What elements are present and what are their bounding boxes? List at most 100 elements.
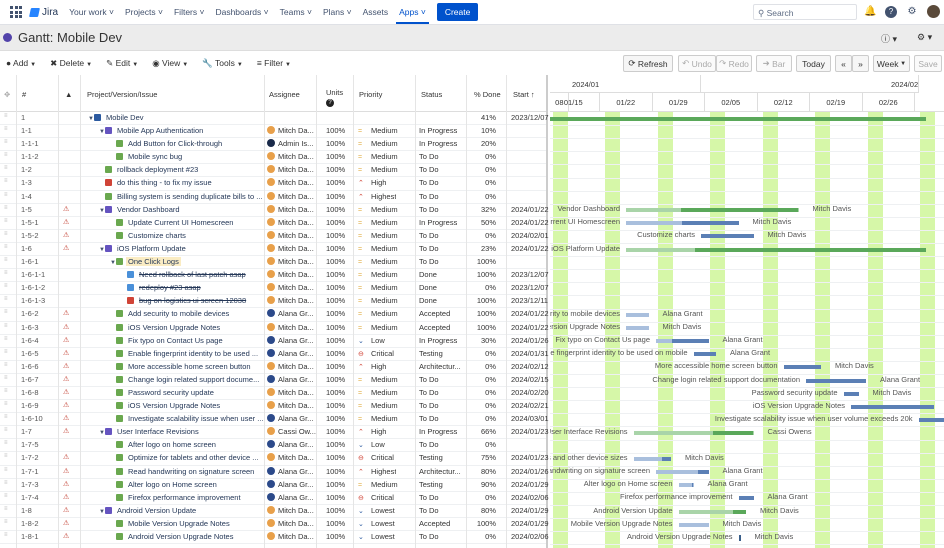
table-row[interactable]: ≡ 1-6-5 ⚠ Enable fingerprint identity to be… — [0, 348, 549, 361]
issue-name[interactable]: iOS Version Upgrade Notes — [126, 323, 222, 332]
drag-handle-icon[interactable]: ≡ — [4, 453, 8, 459]
table-row[interactable]: ≡ 1-6 ⚠ ▼ iOS Platform Update Mitch Da... 100%… — [0, 243, 549, 257]
task-bar-remaining[interactable] — [851, 404, 934, 409]
assignee-cell[interactable]: Mitch Da... — [267, 270, 317, 279]
column-done[interactable]: % Done — [474, 90, 501, 99]
start-date[interactable]: 2023/12/07 — [511, 113, 549, 122]
priority-cell[interactable]: = Medium — [358, 205, 398, 214]
edit-menu[interactable]: ✎ Edit ▼ — [106, 58, 138, 69]
summary-bar-remaining[interactable] — [712, 430, 754, 435]
status-value[interactable]: Done — [419, 270, 437, 279]
issue-name[interactable]: redeploy #23 asap — [137, 283, 203, 292]
drag-handle-icon[interactable]: ≡ — [4, 375, 8, 381]
table-row[interactable]: ≡ 1-5 ⚠ ▼ Vendor Dashboard Mitch Da... 100% = Me… — [0, 204, 549, 217]
issue-name[interactable]: More accessible home screen button — [126, 362, 253, 371]
task-bar[interactable] — [626, 326, 649, 331]
issue-name-cell[interactable]: ▼ User Interface Revisions — [82, 427, 264, 436]
nav-plans[interactable]: Plans ˅ — [323, 7, 352, 17]
assignee-cell[interactable]: Admin Is... — [267, 139, 317, 148]
issue-name-cell[interactable]: iOS Version Upgrade Notes — [82, 323, 264, 332]
table-row[interactable]: ≡ 1-6-3 ⚠ iOS Version Upgrade Notes Mitch Da… — [0, 322, 549, 335]
issue-name-cell[interactable]: Add security to mobile devices — [82, 309, 264, 318]
app-switcher-icon[interactable] — [10, 6, 22, 18]
priority-cell[interactable]: = Medium — [358, 152, 398, 161]
table-row[interactable]: ≡ 1-7-4 ⚠ Firefox performance improvement Al… — [0, 492, 549, 505]
status-value[interactable]: Done — [419, 296, 437, 305]
issue-name-cell[interactable]: Enable fingerprint identity to be used .… — [82, 349, 264, 358]
issue-name[interactable]: Vendor Dashboard — [115, 205, 182, 214]
drag-handle-icon[interactable]: ≡ — [4, 231, 8, 237]
task-bar-remaining[interactable] — [682, 221, 739, 226]
status-value[interactable]: In Progress — [419, 218, 457, 227]
drag-handle-icon[interactable]: ≡ — [4, 283, 8, 289]
priority-cell[interactable]: = Medium — [358, 165, 398, 174]
issue-name-cell[interactable]: Change login related support docume... — [82, 375, 264, 384]
status-value[interactable]: Accepted — [419, 519, 450, 528]
priority-cell[interactable]: ⌄ Low — [358, 336, 385, 345]
issue-name[interactable]: do this thing - to fix my issue — [115, 178, 214, 187]
issue-name[interactable]: rollback deployment #23 — [115, 165, 200, 174]
assignee-cell[interactable]: Mitch Da... — [267, 257, 317, 266]
nav-your-work[interactable]: Your work ˅ — [69, 7, 114, 17]
nav-projects[interactable]: Projects ˅ — [125, 7, 163, 17]
issue-name[interactable]: Mobile Version Upgrade Notes — [126, 519, 232, 528]
issue-name-cell[interactable]: Password security update — [82, 388, 264, 397]
settings-gear-icon[interactable]: ⚙ — [906, 6, 918, 18]
status-value[interactable]: To Do — [419, 257, 439, 266]
issue-name-cell[interactable]: Optimize for tablets and other device ..… — [82, 453, 264, 462]
add-menu[interactable]: ● Add ▼ — [6, 58, 36, 68]
tools-menu[interactable]: 🔧 Tools ▼ — [202, 58, 243, 69]
priority-cell[interactable]: ⌃ High — [358, 427, 386, 436]
issue-name[interactable]: Android Version Update — [115, 506, 198, 515]
priority-cell[interactable]: ⊖ Critical — [358, 493, 394, 502]
start-date[interactable]: 2024/01/23 — [511, 453, 549, 462]
issue-name[interactable]: Read handwriting on signature screen — [126, 467, 256, 476]
table-row[interactable]: ≡ 1-6-4 ⚠ Fix typo on Contact Us page Alana … — [0, 335, 549, 348]
drag-handle-icon[interactable]: ≡ — [4, 349, 8, 355]
settings-menu-icon[interactable]: ⚙ ▾ — [917, 32, 932, 43]
drag-handle-icon[interactable]: ≡ — [4, 218, 8, 224]
table-row[interactable]: ≡ 1-6-6 ⚠ More accessible home screen butto… — [0, 361, 549, 374]
table-row[interactable]: ≡ 1-7-5 After logo on home screen Alana Gr.… — [0, 439, 546, 453]
table-row[interactable]: ≡ 1-5-1 ⚠ Update Current UI Homescreen Mitch… — [0, 217, 549, 230]
drag-handle-icon[interactable]: ≡ — [4, 519, 8, 525]
nav-teams[interactable]: Teams ˅ — [280, 7, 312, 17]
drag-handle-icon[interactable]: ≡ — [4, 178, 8, 184]
drag-handle-icon[interactable]: ≡ — [4, 192, 8, 198]
issue-name-cell[interactable]: rollback deployment #23 — [82, 165, 264, 174]
priority-cell[interactable]: ⌄ Lowest — [358, 532, 395, 541]
help-icon[interactable]: ? — [885, 6, 897, 18]
priority-cell[interactable]: = Medium — [358, 480, 398, 489]
summary-bar-remaining[interactable] — [732, 509, 746, 514]
drag-handle-icon[interactable]: ≡ — [4, 165, 8, 171]
status-value[interactable]: Testing — [419, 453, 443, 462]
start-date[interactable]: 2023/12/11 — [511, 296, 548, 305]
jira-logo[interactable]: Jira — [29, 7, 58, 18]
issue-name-cell[interactable]: ▼ One Click Logs — [82, 257, 264, 267]
table-row[interactable]: ≡ 1-4 Billing system is sending duplicate … — [0, 191, 546, 204]
assignee-cell[interactable]: Mitch Da... — [267, 283, 317, 292]
start-date[interactable]: 2024/01/26 — [511, 336, 549, 345]
task-bar-remaining[interactable] — [693, 352, 716, 357]
start-date[interactable]: 2024/01/22 — [511, 244, 549, 253]
column-status[interactable]: Status — [421, 90, 442, 99]
issue-name[interactable]: Firefox performance improvement — [126, 493, 243, 502]
priority-cell[interactable]: = Medium — [358, 375, 398, 384]
column-start[interactable]: Start ↑ — [513, 90, 535, 99]
status-value[interactable]: In Progress — [419, 139, 457, 148]
priority-cell[interactable]: ⊖ Critical — [358, 349, 394, 358]
issue-name[interactable]: Mobile Dev — [104, 113, 146, 122]
issue-name[interactable]: Optimize for tablets and other device ..… — [126, 453, 260, 462]
table-row[interactable]: ≡ 1-7-1 ⚠ Read handwriting on signature scr… — [0, 466, 549, 479]
priority-cell[interactable]: = Medium — [358, 388, 398, 397]
issue-name-cell[interactable]: do this thing - to fix my issue — [82, 178, 264, 187]
nav-filters[interactable]: Filters ˅ — [174, 7, 204, 17]
issue-name-cell[interactable]: ▼ Mobile App Authentication — [82, 126, 264, 135]
start-date[interactable]: 2024/01/22 — [511, 309, 549, 318]
assignee-cell[interactable]: Mitch Da... — [267, 532, 317, 541]
table-row[interactable]: ≡ 1-8-2 ⚠ Mobile Version Upgrade Notes Mitch… — [0, 518, 549, 531]
delete-menu[interactable]: ✖ Delete ▼ — [50, 58, 92, 69]
status-value[interactable]: To Do — [419, 401, 439, 410]
assignee-cell[interactable]: Mitch Da... — [267, 178, 317, 187]
drag-handle-icon[interactable]: ≡ — [4, 139, 8, 145]
